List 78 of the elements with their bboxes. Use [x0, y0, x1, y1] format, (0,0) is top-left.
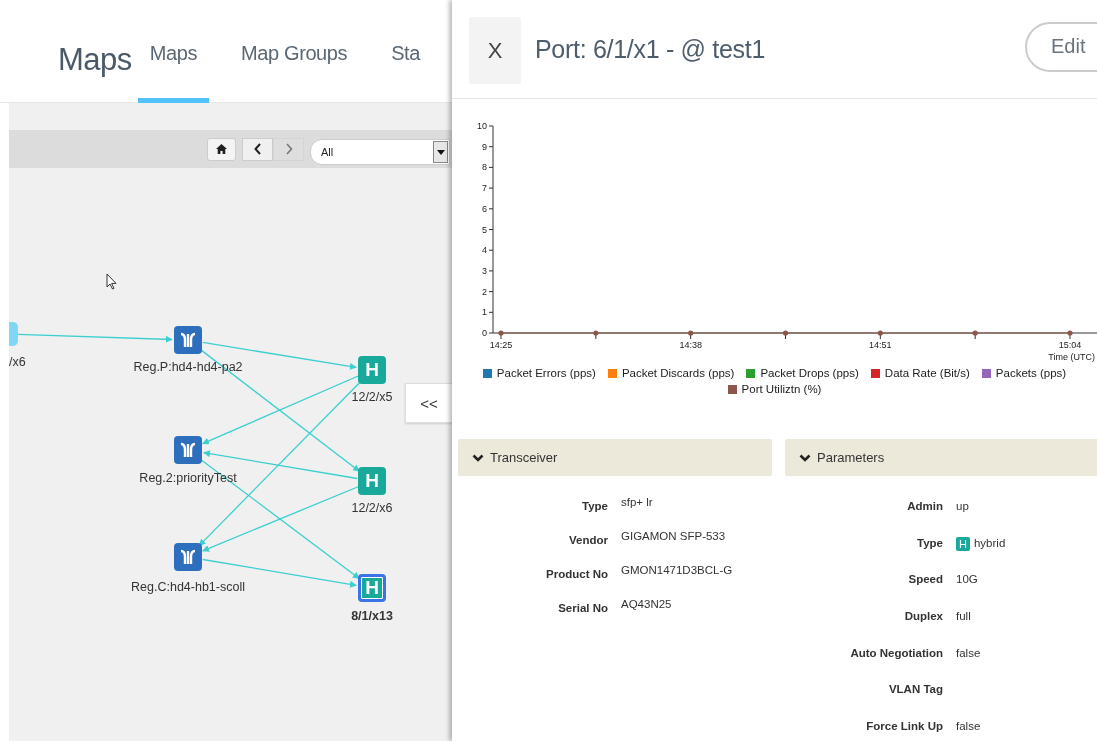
section-title: Parameters: [817, 450, 885, 465]
data-point: [498, 330, 504, 336]
close-button[interactable]: X: [469, 17, 521, 84]
field-value: hybrid: [973, 536, 1006, 549]
field-label: Admin: [906, 499, 943, 514]
y-tick-label: 4: [482, 245, 487, 256]
legend-label: Packet Drops (pps): [760, 367, 859, 379]
node-label: 12/2/x6: [351, 501, 393, 515]
y-tick-label: 9: [482, 141, 487, 152]
data-point: [593, 330, 599, 336]
data-point: [688, 330, 694, 336]
y-tick-label: 10: [477, 121, 487, 131]
field-label: VLAN Tag: [887, 682, 943, 698]
regex-node-icon[interactable]: [174, 543, 202, 571]
y-tick-label: 3: [482, 265, 487, 276]
y-tick-label: 1: [482, 307, 487, 318]
dropdown-caret-icon[interactable]: [433, 141, 448, 163]
field-label: Vendor: [568, 533, 608, 548]
node-label: Reg.C:hd4-hb1-scoll: [131, 580, 245, 594]
collapse-panel-button[interactable]: <<: [405, 383, 452, 423]
hybrid-badge: H: [956, 536, 970, 551]
x-axis-title: Time (UTC): [1048, 352, 1095, 362]
field-value: AQ43N25: [621, 598, 672, 610]
regex-node-icon[interactable]: [174, 326, 202, 354]
field-label: Auto Negotiation: [849, 645, 943, 661]
data-point: [877, 330, 883, 336]
x-tick-label: 14:25: [489, 340, 513, 350]
edit-button[interactable]: Edit: [1025, 21, 1097, 72]
field-label: Speed: [907, 572, 943, 588]
panel-title: Port: 6/1/x1 - @ test1: [535, 34, 766, 64]
y-tick-label: 6: [482, 203, 487, 214]
field-label: Duplex: [903, 609, 943, 625]
field-value: GIGAMON SFP-533: [621, 530, 726, 542]
legend-label: Packets (pps): [995, 367, 1067, 379]
x-tick-label: 14:51: [869, 340, 892, 350]
y-tick-label: 8: [482, 162, 487, 173]
section-title: Transceiver: [490, 450, 558, 465]
field-value: up: [956, 500, 969, 512]
mouse-pointer-icon: [106, 273, 117, 290]
y-tick-label: 0: [482, 328, 487, 338]
filter-dropdown[interactable]: All: [310, 139, 450, 165]
legend-label: Packet Errors (pps): [496, 367, 596, 379]
back-button[interactable]: [242, 137, 273, 161]
field-value: full: [956, 610, 971, 623]
field-label: Type: [581, 499, 608, 514]
x-tick-label: 15:04: [1058, 340, 1082, 350]
y-tick-label: 7: [482, 183, 487, 194]
x-tick-label: 14:38: [679, 340, 702, 350]
nav-tab[interactable]: Sta: [379, 0, 432, 103]
field-label: Product No: [545, 567, 608, 582]
legend-label: Data Rate (Bit/s): [884, 367, 970, 379]
field-label: Type: [916, 535, 943, 551]
node-label: /x6: [9, 355, 26, 369]
legend-label: Port Utiliztn (%): [741, 383, 822, 395]
data-point: [782, 330, 789, 336]
data-point: [1067, 330, 1073, 336]
y-tick-label: 2: [482, 286, 487, 297]
chevron-right-icon: [284, 143, 293, 155]
node-label: 8/1/x13: [351, 609, 393, 623]
chevron-left-icon: [253, 143, 262, 155]
field-value: 10G: [956, 573, 978, 586]
field-label: Serial No: [557, 601, 608, 616]
field-label: Force Link Up: [865, 719, 943, 735]
field-value: GMON1471D3BCL-G: [621, 564, 733, 576]
home-button[interactable]: [207, 137, 236, 161]
node-label: 12/2/x5: [351, 390, 393, 404]
home-icon: [216, 144, 227, 154]
y-tick-label: 5: [482, 224, 487, 235]
section-header[interactable]: Transceiver: [458, 439, 772, 476]
section-header[interactable]: Parameters: [785, 439, 1097, 476]
page-title: Maps: [57, 41, 133, 79]
data-point: [972, 330, 978, 336]
field-value: false: [956, 646, 981, 659]
regex-node-icon[interactable]: [174, 436, 202, 464]
field-value: false: [956, 720, 981, 733]
legend-label: Packet Discards (pps): [621, 367, 735, 379]
field-value: sfp+ lr: [621, 496, 653, 508]
nav-tab[interactable]: Map Groups: [229, 0, 360, 103]
